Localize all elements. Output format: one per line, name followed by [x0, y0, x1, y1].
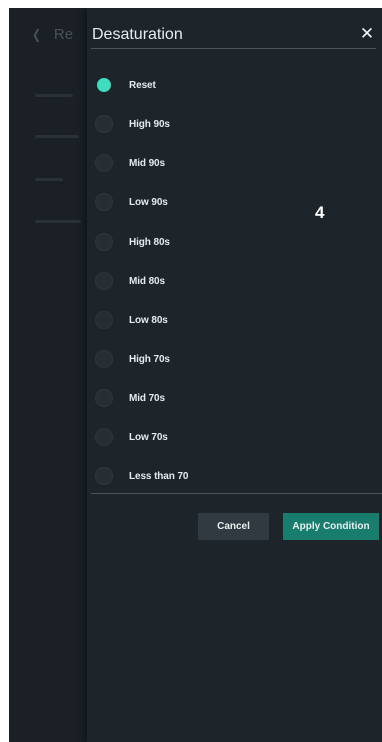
option-label: Mid 90s	[129, 157, 165, 169]
option-label: Low 90s	[129, 196, 168, 208]
option-mid-70s[interactable]: Mid 70s	[95, 388, 165, 408]
option-reset[interactable]: Reset	[95, 75, 156, 95]
background-list-item	[35, 94, 73, 97]
back-label: Re	[53, 26, 74, 43]
option-label: Low 80s	[129, 314, 168, 326]
option-label: Less than 70	[129, 470, 189, 482]
radio-button[interactable]	[95, 154, 113, 172]
background-list-item	[35, 178, 63, 181]
radio-button[interactable]	[95, 233, 113, 251]
radio-button[interactable]	[95, 193, 113, 211]
option-high-70s[interactable]: High 70s	[95, 349, 170, 369]
step-number: 4	[315, 203, 325, 222]
option-less-than-70[interactable]: Less than 70	[95, 466, 188, 486]
background-screen: ❮ Re	[9, 8, 87, 742]
footer-divider	[91, 493, 382, 494]
option-label: Reset	[129, 79, 156, 91]
title-divider	[91, 48, 376, 49]
chevron-left-icon: ❮	[32, 26, 41, 42]
apply-condition-button[interactable]: Apply Condition	[283, 513, 379, 540]
option-label: High 90s	[129, 118, 170, 130]
option-high-80s[interactable]: High 80s	[95, 232, 170, 252]
desaturation-modal: Desaturation ✕ Reset High 90s Mid 90s Lo…	[87, 8, 382, 742]
close-icon[interactable]: ✕	[356, 22, 378, 46]
radio-button[interactable]	[95, 311, 113, 329]
option-mid-80s[interactable]: Mid 80s	[95, 271, 165, 291]
option-high-90s[interactable]: High 90s	[95, 114, 170, 134]
option-label: High 80s	[129, 236, 170, 248]
radio-button[interactable]	[95, 272, 113, 290]
radio-button[interactable]	[95, 428, 113, 446]
option-low-90s[interactable]: Low 90s	[95, 192, 168, 212]
radio-button[interactable]	[95, 115, 113, 133]
radio-dot	[97, 78, 111, 92]
back-button[interactable]: ❮ Re	[31, 26, 73, 43]
option-label: Low 70s	[129, 431, 168, 443]
radio-button[interactable]	[95, 467, 113, 485]
radio-button[interactable]	[95, 76, 113, 94]
background-list-item	[35, 135, 79, 138]
option-low-80s[interactable]: Low 80s	[95, 310, 168, 330]
option-label: Mid 80s	[129, 275, 165, 287]
option-label: High 70s	[129, 353, 170, 365]
app-screen: ❮ Re Desaturation ✕ Reset High 90s Mid 9…	[9, 8, 382, 742]
radio-button[interactable]	[95, 350, 113, 368]
background-list-item	[35, 220, 81, 223]
modal-title: Desaturation	[92, 26, 183, 43]
option-label: Mid 70s	[129, 392, 165, 404]
option-low-70s[interactable]: Low 70s	[95, 427, 168, 447]
option-mid-90s[interactable]: Mid 90s	[95, 153, 165, 173]
cancel-button[interactable]: Cancel	[198, 513, 269, 540]
radio-button[interactable]	[95, 389, 113, 407]
